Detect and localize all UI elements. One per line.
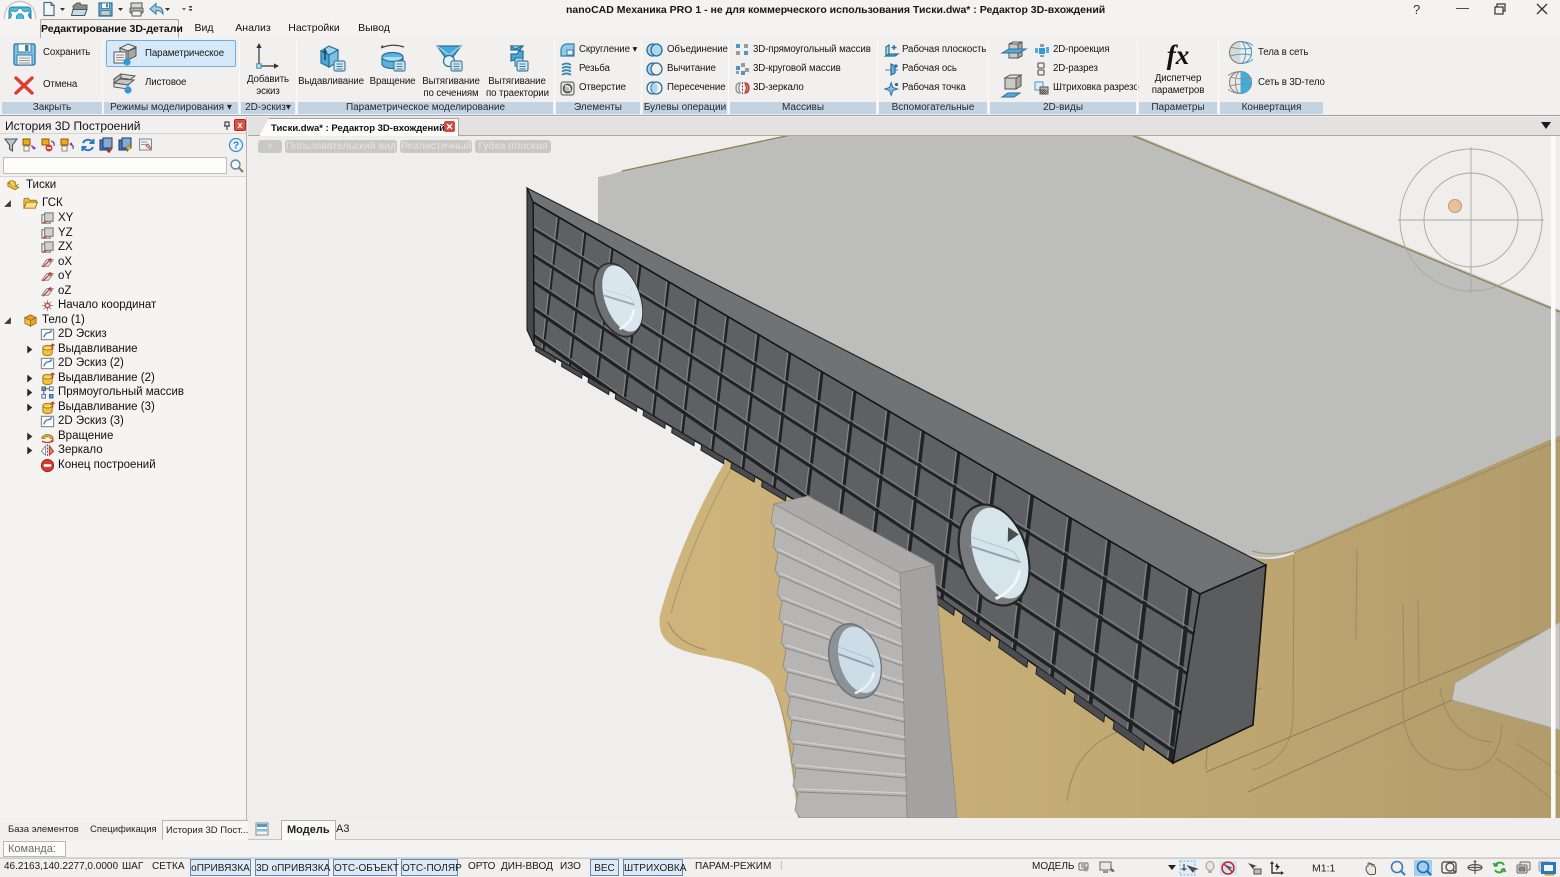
svg-text:M1:1: M1:1	[1312, 863, 1336, 875]
svg-text:?: ?	[233, 141, 239, 152]
